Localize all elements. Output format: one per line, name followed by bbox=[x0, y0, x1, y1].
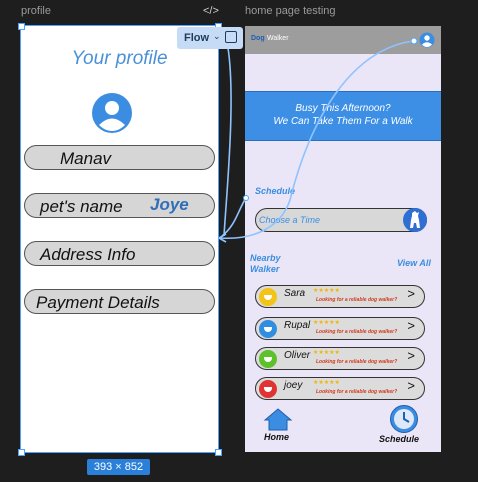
choose-time-field[interactable]: Choose a Time bbox=[255, 208, 427, 232]
flow-connector-to-profile-2 bbox=[221, 197, 247, 237]
play-prototype-icon[interactable] bbox=[225, 31, 237, 43]
view-all-link[interactable]: View All bbox=[397, 258, 431, 268]
resize-handle-br[interactable] bbox=[215, 449, 222, 456]
walker-card[interactable]: Oliver ★★★★★ Looking for a reliable dog … bbox=[255, 347, 425, 370]
walker-tagline: Looking for a reliable dog walker? bbox=[316, 329, 398, 335]
resize-handle-bl[interactable] bbox=[18, 449, 25, 456]
walker-name: Rupal bbox=[284, 320, 311, 331]
resize-handle-tl[interactable] bbox=[18, 23, 25, 30]
profile-frame-label[interactable]: profile bbox=[21, 5, 51, 17]
address-info-field[interactable]: Address Info bbox=[24, 241, 215, 266]
pet-name-value: Joye bbox=[150, 195, 189, 214]
walker-tagline: Looking for a reliable dog walker? bbox=[316, 359, 398, 365]
nav-schedule[interactable]: Schedule bbox=[378, 404, 428, 448]
banner-line-1: Busy This Afternoon? bbox=[295, 103, 391, 114]
address-info-label: Address Info bbox=[40, 245, 136, 264]
header-profile-icon[interactable] bbox=[419, 32, 435, 48]
nav-home[interactable]: Home bbox=[261, 407, 295, 447]
app-header: Dog Walker bbox=[245, 26, 441, 54]
flow-arrowhead bbox=[218, 233, 227, 243]
flow-dropdown-icon: ⌄ bbox=[213, 31, 221, 41]
chevron-right-icon[interactable]: > bbox=[407, 378, 415, 393]
dog-icon bbox=[403, 208, 427, 232]
frame-size-badge: 393 × 852 bbox=[87, 459, 150, 475]
flow-badge[interactable]: Flow ⌄ bbox=[177, 27, 243, 49]
clock-icon bbox=[390, 405, 418, 433]
payment-details-field[interactable]: Payment Details bbox=[24, 289, 215, 314]
walker-avatar-icon bbox=[259, 320, 277, 338]
walker-rating: ★★★★★ bbox=[313, 380, 340, 386]
user-avatar-icon[interactable] bbox=[91, 92, 133, 134]
name-field[interactable]: Manav bbox=[24, 145, 215, 170]
walker-card[interactable]: Rupal ★★★★★ Looking for a reliable dog w… bbox=[255, 317, 425, 340]
banner-line-2: We Can Take Them For a Walk bbox=[273, 116, 413, 127]
walker-name: Oliver bbox=[284, 350, 311, 361]
chevron-right-icon[interactable]: > bbox=[407, 348, 415, 363]
flow-connector-to-profile-3 bbox=[223, 47, 232, 237]
code-icon[interactable]: </> bbox=[203, 5, 219, 17]
nav-schedule-label: Schedule bbox=[379, 434, 420, 444]
walker-rating: ★★★★★ bbox=[313, 350, 340, 356]
nav-home-label: Home bbox=[264, 432, 290, 442]
profile-frame[interactable]: Your profile Manav pet's name Joye Addre… bbox=[20, 25, 219, 453]
payment-details-label: Payment Details bbox=[36, 293, 160, 312]
brand-dog: Dog bbox=[251, 35, 265, 42]
home-frame-label[interactable]: home page testing bbox=[245, 5, 336, 17]
chevron-right-icon[interactable]: > bbox=[407, 318, 415, 333]
nearby-heading-line-1: Nearby bbox=[250, 253, 281, 263]
walker-avatar-icon bbox=[259, 380, 277, 398]
choose-time-label: Choose a Time bbox=[259, 215, 320, 225]
walker-avatar-icon bbox=[259, 350, 277, 368]
chevron-right-icon[interactable]: > bbox=[407, 286, 415, 301]
walker-name: joey bbox=[284, 380, 303, 391]
promo-banner: Busy This Afternoon? We Can Take Them Fo… bbox=[245, 91, 441, 141]
walker-name: Sara bbox=[284, 288, 306, 299]
walker-rating: ★★★★★ bbox=[313, 320, 340, 326]
brand-walker: Walker bbox=[267, 35, 289, 42]
profile-title: Your profile bbox=[71, 48, 168, 69]
name-field-text: Manav bbox=[60, 149, 112, 168]
walker-card[interactable]: joey ★★★★★ Looking for a reliable dog wa… bbox=[255, 377, 425, 400]
walker-card[interactable]: Sara ★★★★★ Looking for a reliable dog wa… bbox=[255, 285, 425, 308]
schedule-heading: Schedule bbox=[255, 186, 296, 196]
walker-tagline: Looking for a reliable dog walker? bbox=[316, 297, 398, 303]
walker-tagline: Looking for a reliable dog walker? bbox=[316, 389, 398, 395]
walker-rating: ★★★★★ bbox=[313, 288, 340, 294]
flow-label: Flow bbox=[184, 32, 210, 44]
pet-name-field[interactable]: pet's name Joye bbox=[24, 193, 215, 218]
home-frame[interactable]: Dog Walker Busy This Afternoon? We Can T… bbox=[245, 26, 441, 452]
walker-avatar-icon bbox=[259, 288, 277, 306]
home-icon bbox=[263, 408, 293, 431]
nearby-heading-line-2: Walker bbox=[250, 264, 280, 274]
pet-name-label: pet's name bbox=[40, 197, 123, 216]
